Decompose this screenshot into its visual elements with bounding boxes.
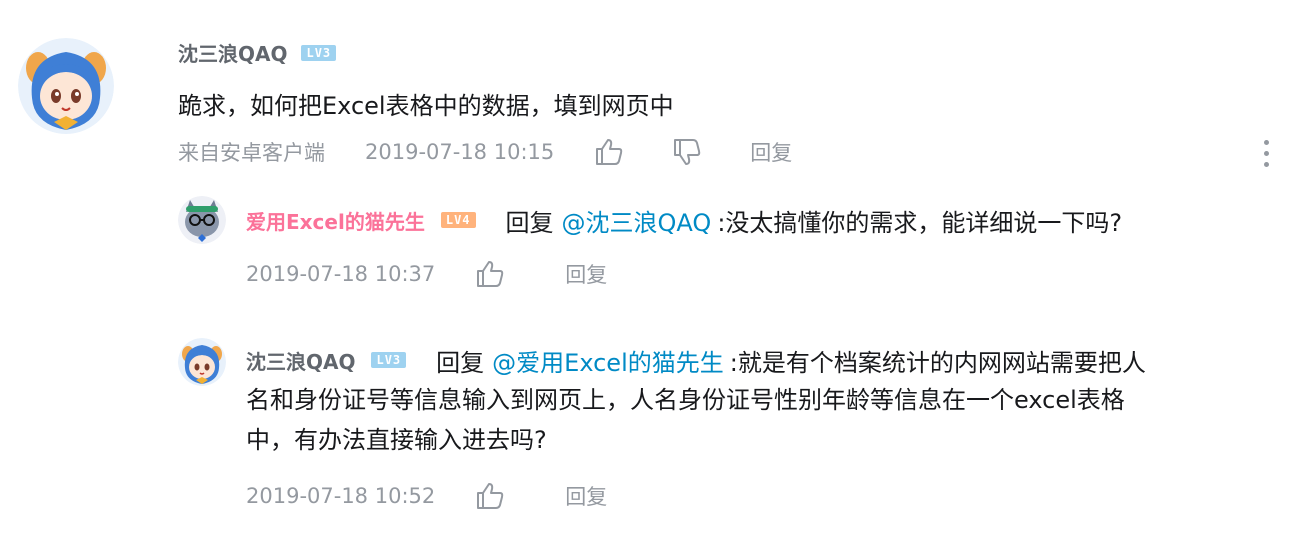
mention-link[interactable]: @沈三浪QAQ: [562, 203, 712, 238]
username[interactable]: 沈三浪QAQ: [246, 346, 355, 375]
reply-button[interactable]: 回复: [750, 137, 792, 167]
thumbs-up-icon[interactable]: [475, 481, 505, 511]
comment-text: 跪求，如何把Excel表格中的数据，填到网页中: [178, 92, 674, 120]
timestamp: 2019-07-18 10:52: [246, 484, 436, 508]
thumbs-up-icon[interactable]: [475, 259, 505, 289]
reply-text-line: 名和身份证号等信息输入到网页上，人名身份证号性别年龄等信息在一个excel表格: [246, 386, 1125, 414]
reply-text: :没太搞懂你的需求，能详细说一下吗?: [717, 208, 1123, 237]
username[interactable]: 沈三浪QAQ: [178, 38, 287, 67]
reply-button[interactable]: 回复: [565, 481, 607, 511]
level-badge: LV3: [371, 352, 407, 368]
level-badge: LV4: [440, 212, 476, 228]
thumbs-down-icon[interactable]: [672, 137, 702, 167]
reply-button[interactable]: 回复: [565, 259, 607, 289]
thumbs-up-icon[interactable]: [594, 137, 624, 167]
reply-text-line: :就是有个档案统计的内网网站需要把人: [729, 348, 1146, 377]
avatar[interactable]: [178, 196, 226, 244]
avatar[interactable]: [18, 38, 114, 134]
level-badge: LV3: [301, 44, 337, 61]
reply-prefix: 回复: [505, 208, 554, 237]
more-vertical-icon[interactable]: [1264, 140, 1269, 173]
timestamp: 2019-07-18 10:37: [246, 262, 436, 286]
mention-link[interactable]: @爱用Excel的猫先生: [492, 343, 724, 378]
timestamp: 2019-07-18 10:15: [365, 140, 555, 164]
reply-prefix: 回复: [436, 348, 485, 377]
avatar[interactable]: [178, 338, 226, 386]
device-label: 来自安卓客户端: [178, 141, 325, 165]
username[interactable]: 爱用Excel的猫先生: [246, 206, 425, 235]
reply-text-line: 中，有办法直接输入进去吗?: [246, 426, 547, 454]
